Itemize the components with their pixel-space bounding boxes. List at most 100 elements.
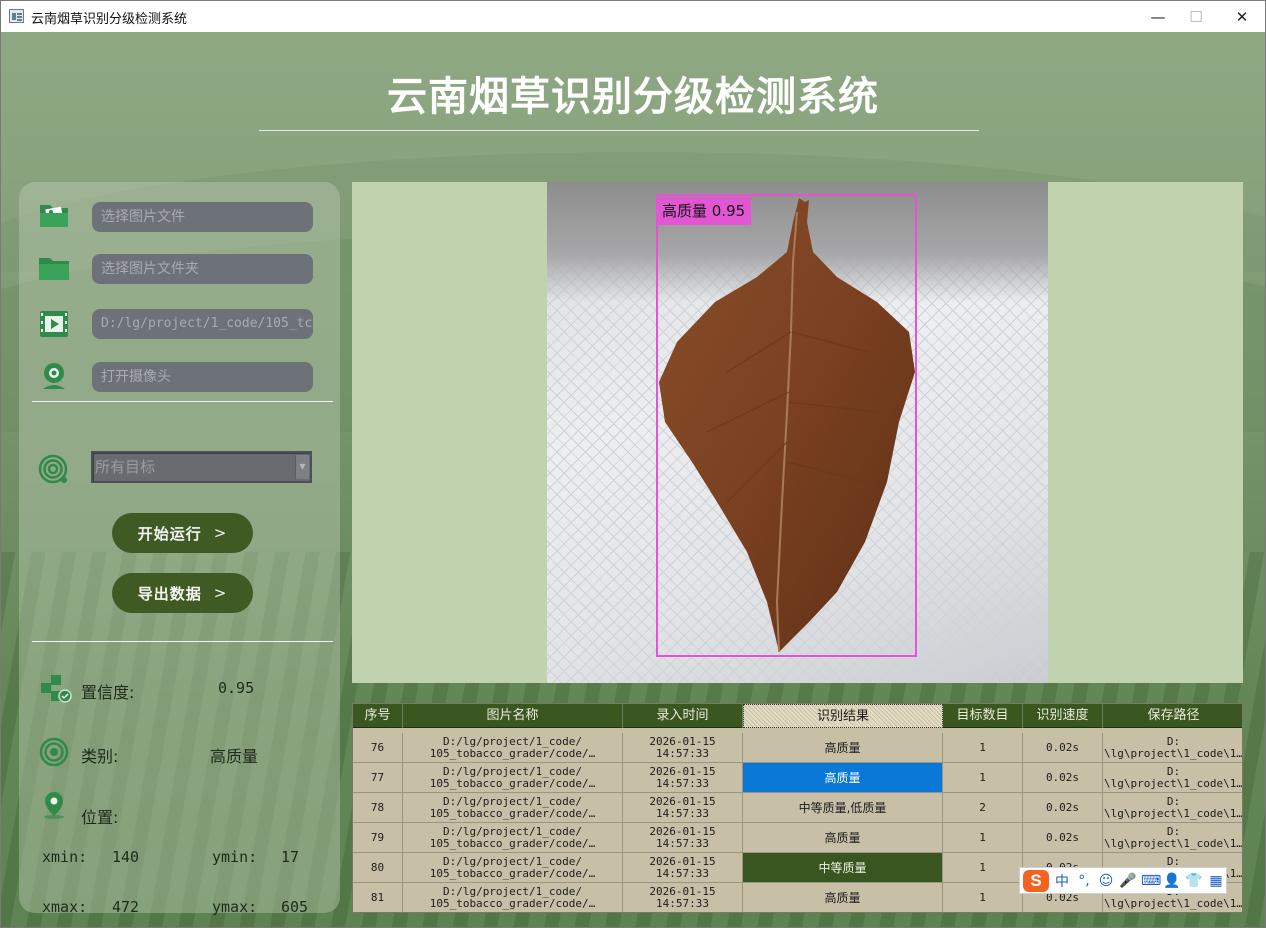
- cell-count[interactable]: 1: [943, 763, 1023, 792]
- camera-icon: [43, 363, 65, 389]
- image-file-input[interactable]: 选择图片文件: [92, 202, 313, 232]
- cell-result[interactable]: 高质量: [743, 883, 943, 912]
- column-header-path[interactable]: 保存路径: [1103, 704, 1242, 728]
- class-label: 类别:: [81, 747, 119, 766]
- cell-image-name[interactable]: D:/lg/project/1_code/ 105_tobacco_grader…: [403, 823, 623, 852]
- user-icon[interactable]: 👤: [1163, 873, 1181, 889]
- table-row[interactable]: 79 D:/lg/project/1_code/ 105_tobacco_grad…: [353, 823, 1242, 853]
- location-pin-icon: [44, 792, 64, 819]
- ymin-value: 17: [281, 848, 300, 866]
- cell-path[interactable]: D: \lg\project\1_code\1…: [1103, 763, 1242, 792]
- cell-result[interactable]: 中等质量,低质量: [743, 793, 943, 822]
- image-display: 高质量 0.95: [352, 182, 1243, 683]
- detection-box: [656, 194, 917, 657]
- emoji-icon[interactable]: ☺: [1097, 873, 1115, 889]
- chevron-right-icon: >: [213, 524, 228, 542]
- column-header-image-name[interactable]: 图片名称: [403, 704, 623, 728]
- cell-time[interactable]: 2026-01-15 14:57:33: [623, 853, 743, 882]
- ymin-label: ymin:: [212, 848, 258, 866]
- chevron-right-icon: >: [213, 584, 228, 602]
- table-header: 序号 图片名称 录入时间 识别结果 目标数目 识别速度 保存路径: [353, 704, 1242, 728]
- class-icon: [39, 737, 69, 767]
- app-icon: [9, 9, 24, 23]
- table-row[interactable]: 77 D:/lg/project/1_code/ 105_tobacco_grad…: [353, 763, 1242, 793]
- ime-toolbar[interactable]: S 中 °, ☺ 🎤 ⌨ 👤 👕 ▦: [1019, 867, 1227, 894]
- ime-mode-toggle[interactable]: 中: [1053, 871, 1071, 891]
- image-folder-input[interactable]: 选择图片文件夹: [92, 254, 313, 284]
- cell-image-name[interactable]: D:/lg/project/1_code/ 105_tobacco_grader…: [403, 763, 623, 792]
- cell-index[interactable]: 81: [353, 883, 403, 912]
- cell-path[interactable]: D: \lg\project\1_code\1…: [1103, 823, 1242, 852]
- cell-image-name[interactable]: D:/lg/project/1_code/ 105_tobacco_grader…: [403, 733, 623, 762]
- cell-path[interactable]: D: \lg\project\1_code\1…: [1103, 733, 1242, 762]
- cell-time[interactable]: 2026-01-15 14:57:33: [623, 823, 743, 852]
- xmin-value: 140: [112, 848, 140, 866]
- cell-image-name[interactable]: D:/lg/project/1_code/ 105_tobacco_grader…: [403, 853, 623, 882]
- cell-time[interactable]: 2026-01-15 14:57:33: [623, 883, 743, 912]
- target-icon: [38, 454, 68, 484]
- cell-index[interactable]: 80: [353, 853, 403, 882]
- confidence-value: 0.95: [218, 679, 255, 697]
- class-value: 高质量: [210, 747, 259, 766]
- camera-input[interactable]: 打开摄像头: [92, 362, 313, 392]
- cell-count[interactable]: 1: [943, 733, 1023, 762]
- panel-divider: [32, 641, 333, 642]
- cell-index[interactable]: 78: [353, 793, 403, 822]
- xmax-value: 472: [112, 898, 140, 916]
- cell-index[interactable]: 79: [353, 823, 403, 852]
- cell-speed[interactable]: 0.02s: [1023, 763, 1103, 792]
- image-file-icon: [40, 205, 68, 227]
- video-path-input[interactable]: D:/lg/project/1_code/105_tc: [92, 309, 313, 339]
- table-row[interactable]: 76 D:/lg/project/1_code/ 105_tobacco_grad…: [353, 733, 1242, 763]
- cell-result[interactable]: 高质量: [743, 823, 943, 852]
- microphone-icon[interactable]: 🎤: [1119, 873, 1137, 889]
- target-select[interactable]: 所有目标 ▼: [91, 451, 312, 483]
- column-header-time[interactable]: 录入时间: [623, 704, 743, 728]
- cell-speed[interactable]: 0.02s: [1023, 793, 1103, 822]
- cell-time[interactable]: 2026-01-15 14:57:33: [623, 793, 743, 822]
- cell-count[interactable]: 1: [943, 883, 1023, 912]
- skin-icon[interactable]: 👕: [1185, 873, 1203, 889]
- detection-photo: 高质量 0.95: [547, 182, 1048, 683]
- maximize-button[interactable]: ☐: [1173, 1, 1219, 32]
- column-header-count[interactable]: 目标数目: [943, 704, 1023, 728]
- cell-count[interactable]: 2: [943, 793, 1023, 822]
- cell-time[interactable]: 2026-01-15 14:57:33: [623, 763, 743, 792]
- main-area: 云南烟草识别分级检测系统 选择图片文件 选择图片文件夹 D:/lg/projec…: [1, 32, 1265, 927]
- column-header-speed[interactable]: 识别速度: [1023, 704, 1103, 728]
- cell-count[interactable]: 1: [943, 823, 1023, 852]
- xmax-label: xmax:: [42, 898, 88, 916]
- export-button[interactable]: 导出数据 >: [112, 573, 253, 613]
- cell-time[interactable]: 2026-01-15 14:57:33: [623, 733, 743, 762]
- cell-result[interactable]: 高质量: [743, 733, 943, 762]
- close-button[interactable]: ✕: [1219, 1, 1265, 32]
- video-icon: [40, 311, 68, 337]
- cell-result[interactable]: 中等质量: [743, 853, 943, 882]
- cell-image-name[interactable]: D:/lg/project/1_code/ 105_tobacco_grader…: [403, 883, 623, 912]
- folder-icon: [39, 258, 69, 280]
- column-header-index[interactable]: 序号: [353, 704, 403, 728]
- start-button[interactable]: 开始运行 >: [112, 513, 253, 553]
- cell-path[interactable]: D: \lg\project\1_code\1…: [1103, 793, 1242, 822]
- cell-result[interactable]: 高质量: [743, 763, 943, 792]
- sogou-logo-icon[interactable]: S: [1023, 869, 1049, 892]
- column-header-result[interactable]: 识别结果: [743, 704, 943, 728]
- cell-count[interactable]: 1: [943, 853, 1023, 882]
- keyboard-icon[interactable]: ⌨: [1141, 873, 1161, 889]
- table-row[interactable]: 78 D:/lg/project/1_code/ 105_tobacco_grad…: [353, 793, 1242, 823]
- cell-speed[interactable]: 0.02s: [1023, 733, 1103, 762]
- cell-image-name[interactable]: D:/lg/project/1_code/ 105_tobacco_grader…: [403, 793, 623, 822]
- toolbox-icon[interactable]: ▦: [1207, 873, 1225, 889]
- panel-divider: [32, 401, 333, 402]
- window-title: 云南烟草识别分级检测系统: [31, 12, 188, 27]
- cell-index[interactable]: 77: [353, 763, 403, 792]
- confidence-icon: [41, 675, 72, 703]
- title-divider: [259, 130, 979, 131]
- cell-index[interactable]: 76: [353, 733, 403, 762]
- target-select-value: 所有目标: [95, 458, 156, 476]
- chevron-down-icon[interactable]: ▼: [295, 455, 309, 479]
- ymax-value: 605: [281, 898, 309, 916]
- cell-speed[interactable]: 0.02s: [1023, 823, 1103, 852]
- title-bar: 云南烟草识别分级检测系统 — ☐ ✕: [1, 1, 1265, 32]
- ime-punctuation-toggle[interactable]: °,: [1075, 873, 1093, 889]
